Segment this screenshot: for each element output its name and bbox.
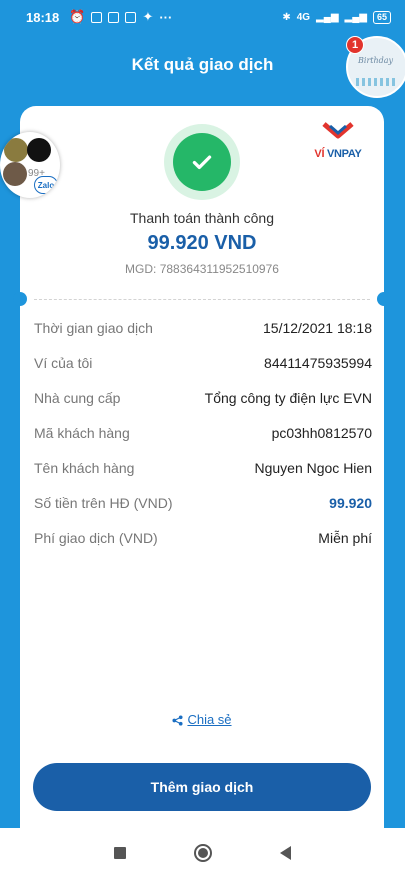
notification-app-icon xyxy=(91,11,103,23)
alarm-icon: ⏰ xyxy=(69,9,86,24)
detail-value: Tổng công ty điện lực EVN xyxy=(204,390,372,406)
vnpay-logo: VÍ VNPAY xyxy=(308,122,368,164)
share-icon xyxy=(172,715,183,726)
more-notifications-icon: ··· xyxy=(159,9,173,25)
detail-value: 84411475935994 xyxy=(264,355,372,371)
system-nav-bar xyxy=(0,828,405,878)
detail-value: 15/12/2021 18:18 xyxy=(263,320,372,336)
detail-row-provider: Nhà cung cấp Tổng công ty điện lực EVN xyxy=(34,388,372,408)
status-bar: 18:18 ⏰ ✦ ··· ✱ 4G ▂▄▆ ▂▄▆ 65 xyxy=(0,0,405,34)
detail-value: Miễn phí xyxy=(318,530,372,546)
transaction-id: MGD: 788364311952510976 xyxy=(125,262,279,276)
detail-label: Ví của tôi xyxy=(34,355,93,371)
vnpay-logo-mark-icon xyxy=(322,122,354,139)
notification-icons: ⏰ ✦ ··· xyxy=(69,9,172,25)
page-title: Kết quả giao dịch xyxy=(131,55,274,74)
bluetooth-icon: ✱ xyxy=(282,11,291,23)
detail-value: Nguyen Ngoc Hien xyxy=(254,460,372,476)
home-icon[interactable] xyxy=(194,844,212,862)
network-label: 4G xyxy=(296,11,311,23)
notification-app-icon xyxy=(125,11,137,23)
detail-value: pc03hh0812570 xyxy=(271,425,372,441)
zalo-chat-bubble[interactable]: 99+ Zalo xyxy=(0,132,60,198)
transaction-receipt-card: VÍ VNPAY Thanh toán thành công 99.920 VN… xyxy=(13,106,391,828)
notification-app-icon xyxy=(108,11,120,23)
avatar xyxy=(3,162,27,186)
logo-vnpay: VNPAY xyxy=(326,148,362,160)
detail-row-wallet: Ví của tôi 84411475935994 xyxy=(34,353,372,373)
ticket-notch-left xyxy=(13,292,27,306)
logo-vi: VÍ xyxy=(314,148,327,160)
detail-value: 99.920 xyxy=(329,495,372,511)
detail-row-invoice-amount: Số tiền trên HĐ (VND) 99.920 xyxy=(34,493,372,513)
detail-row-customer-code: Mã khách hàng pc03hh0812570 xyxy=(34,423,372,443)
status-time: 18:18 xyxy=(26,9,60,25)
recent-apps-icon[interactable] xyxy=(114,847,126,859)
notification-badge: 1 xyxy=(346,36,364,54)
detail-row-customer-name: Tên khách hàng Nguyen Ngoc Hien xyxy=(34,458,372,478)
check-icon xyxy=(173,133,231,191)
detail-label: Số tiền trên HĐ (VND) xyxy=(34,495,173,511)
detail-row-fee: Phí giao dịch (VND) Miễn phí xyxy=(34,528,372,548)
dashed-divider xyxy=(34,299,370,300)
ticket-notch-right xyxy=(377,292,391,306)
back-icon[interactable] xyxy=(280,846,291,860)
detail-row-time: Thời gian giao dịch 15/12/2021 18:18 xyxy=(34,318,372,338)
zalo-icon: Zalo xyxy=(34,176,58,194)
birthday-card-text: Birthday xyxy=(358,56,394,65)
avatar xyxy=(27,138,51,162)
page-header: Kết quả giao dịch xyxy=(0,34,405,96)
success-indicator xyxy=(164,124,240,200)
messenger-icon: ✦ xyxy=(142,9,154,24)
transaction-details: Thời gian giao dịch 15/12/2021 18:18 Ví … xyxy=(34,318,372,563)
detail-label: Tên khách hàng xyxy=(34,460,135,476)
vnpay-logo-text: VÍ VNPAY xyxy=(308,148,368,160)
card-decoration xyxy=(356,78,396,86)
signal-icon: ▂▄▆ xyxy=(344,11,367,23)
detail-label: Phí giao dịch (VND) xyxy=(34,530,158,546)
avatar xyxy=(4,138,28,162)
share-label: Chia sẻ xyxy=(187,712,232,727)
signal-icon: ▂▄▆ xyxy=(316,11,339,23)
battery-icon: 65 xyxy=(372,10,391,24)
share-link[interactable]: Chia sẻ xyxy=(20,712,384,727)
detail-label: Thời gian giao dịch xyxy=(34,320,153,336)
result-title: Thanh toán thành công xyxy=(129,210,274,226)
status-right: ✱ 4G ▂▄▆ ▂▄▆ 65 xyxy=(282,10,391,24)
add-transaction-button[interactable]: Thêm giao dịch xyxy=(33,763,371,811)
result-amount: 99.920 VND xyxy=(147,232,257,254)
detail-label: Mã khách hàng xyxy=(34,425,130,441)
detail-label: Nhà cung cấp xyxy=(34,390,121,406)
